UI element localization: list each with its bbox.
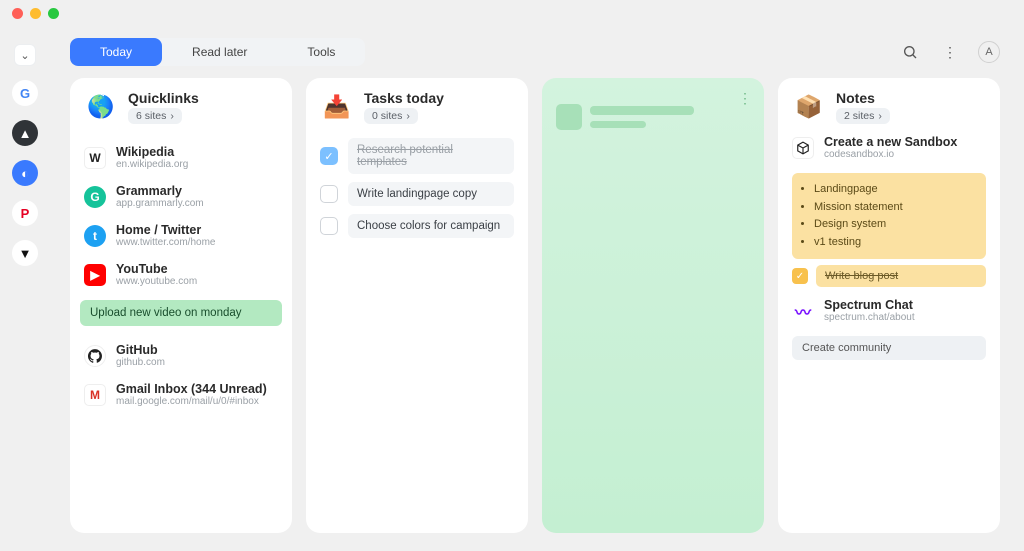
window-traffic-lights xyxy=(12,8,59,19)
note-link-sandbox[interactable]: Create a new Sandboxcodesandbox.io xyxy=(778,128,1000,167)
rail-pinterest-icon[interactable]: P xyxy=(12,200,38,226)
maximize-window-icon[interactable] xyxy=(48,8,59,19)
column-notes: 📦 Notes 2 sites› Create a new Sandboxcod… xyxy=(778,78,1000,533)
note-bullet: Mission statement xyxy=(814,199,976,217)
search-icon[interactable] xyxy=(898,40,922,64)
chevron-right-icon: › xyxy=(170,110,174,122)
checkbox-checked-icon[interactable]: ✓ xyxy=(320,147,338,165)
task-label: Write landingpage copy xyxy=(348,182,514,206)
inbox-icon: 📥 xyxy=(320,90,354,124)
tab-today[interactable]: Today xyxy=(70,38,162,66)
task-row[interactable]: Choose colors for campaign xyxy=(320,214,514,238)
column-menu-icon[interactable]: ⋮ xyxy=(738,90,752,107)
grammarly-icon: G xyxy=(84,186,106,208)
column-quicklinks: 🌎 Quicklinks 6 sites› W Wikipediaen.wiki… xyxy=(70,78,292,533)
rail-framer-icon[interactable]: ▼ xyxy=(12,240,38,266)
tab-tools[interactable]: Tools xyxy=(277,38,365,66)
task-row[interactable]: ✓ Research potential templates xyxy=(320,138,514,174)
globe-icon: 🌎 xyxy=(84,90,118,124)
note-bullet: Design system xyxy=(814,216,976,234)
app-window: ⌄ G ▲ ◐ P ▼ Today Read later Tools ⋮ A 🌎 xyxy=(0,0,1024,551)
codesandbox-icon xyxy=(792,137,814,159)
note-bullet: v1 testing xyxy=(814,234,976,252)
sidebar-toggle-button[interactable]: ⌄ xyxy=(14,44,36,66)
rail-google-icon[interactable]: G xyxy=(12,80,38,106)
quicklink-item[interactable]: t Home / Twitterwww.twitter.com/home xyxy=(70,216,292,255)
checkbox-icon[interactable] xyxy=(320,185,338,203)
placeholder-skeleton xyxy=(542,90,764,134)
minimize-window-icon[interactable] xyxy=(30,8,41,19)
view-segment: Today Read later Tools xyxy=(70,38,365,66)
package-icon: 📦 xyxy=(792,90,826,124)
task-row[interactable]: Write landingpage copy xyxy=(320,182,514,206)
tasks-badge[interactable]: 0 sites› xyxy=(364,108,418,124)
column-tasks: 📥 Tasks today 0 sites› ✓ Research potent… xyxy=(306,78,528,533)
avatar[interactable]: A xyxy=(978,41,1000,63)
note-grey-card[interactable]: Create community xyxy=(792,336,986,360)
note-link-spectrum[interactable]: 〰 Spectrum Chatspectrum.chat/about xyxy=(778,291,1000,330)
rail-compass-icon[interactable]: ◐ xyxy=(12,160,38,186)
gmail-icon: M xyxy=(84,384,106,406)
notes-badge[interactable]: 2 sites› xyxy=(836,108,890,124)
left-rail: G ▲ ◐ P ▼ xyxy=(12,80,38,266)
spectrum-icon: 〰 xyxy=(792,300,814,322)
task-label: Research potential templates xyxy=(348,138,514,174)
note-done-task[interactable]: ✓ Write blog post xyxy=(792,265,986,287)
board: 🌎 Quicklinks 6 sites› W Wikipediaen.wiki… xyxy=(70,78,1000,533)
github-icon xyxy=(84,345,106,367)
quicklink-item[interactable]: G Grammarlyapp.grammarly.com xyxy=(70,177,292,216)
more-menu-icon[interactable]: ⋮ xyxy=(938,40,962,64)
note-done-label: Write blog post xyxy=(816,265,986,287)
quicklinks-callout[interactable]: Upload new video on monday xyxy=(80,300,282,326)
tasks-title: Tasks today xyxy=(364,90,444,106)
quicklinks-badge[interactable]: 6 sites› xyxy=(128,108,182,124)
tab-read-later[interactable]: Read later xyxy=(162,38,277,66)
quicklink-item[interactable]: GitHubgithub.com xyxy=(70,336,292,375)
chevron-down-icon: ⌄ xyxy=(20,49,29,62)
rail-notifications-icon[interactable]: ▲ xyxy=(12,120,38,146)
close-window-icon[interactable] xyxy=(12,8,23,19)
quicklink-item[interactable]: M Gmail Inbox (344 Unread)mail.google.co… xyxy=(70,375,292,414)
column-drop-placeholder[interactable]: ⋮ xyxy=(542,78,764,533)
checkbox-checked-icon[interactable]: ✓ xyxy=(792,268,808,284)
quicklinks-title: Quicklinks xyxy=(128,90,199,106)
youtube-icon: ▶ xyxy=(84,264,106,286)
task-label: Choose colors for campaign xyxy=(348,214,514,238)
chevron-right-icon: › xyxy=(878,110,882,122)
note-bullet: Landingpage xyxy=(814,181,976,199)
topbar: Today Read later Tools ⋮ A xyxy=(70,36,1000,68)
quicklink-item[interactable]: W Wikipediaen.wikipedia.org xyxy=(70,138,292,177)
twitter-icon: t xyxy=(84,225,106,247)
note-yellow-card[interactable]: Landingpage Mission statement Design sys… xyxy=(792,173,986,259)
checkbox-icon[interactable] xyxy=(320,217,338,235)
wikipedia-icon: W xyxy=(84,147,106,169)
chevron-right-icon: › xyxy=(406,110,410,122)
notes-title: Notes xyxy=(836,90,890,106)
quicklink-item[interactable]: ▶ YouTubewww.youtube.com xyxy=(70,255,292,294)
